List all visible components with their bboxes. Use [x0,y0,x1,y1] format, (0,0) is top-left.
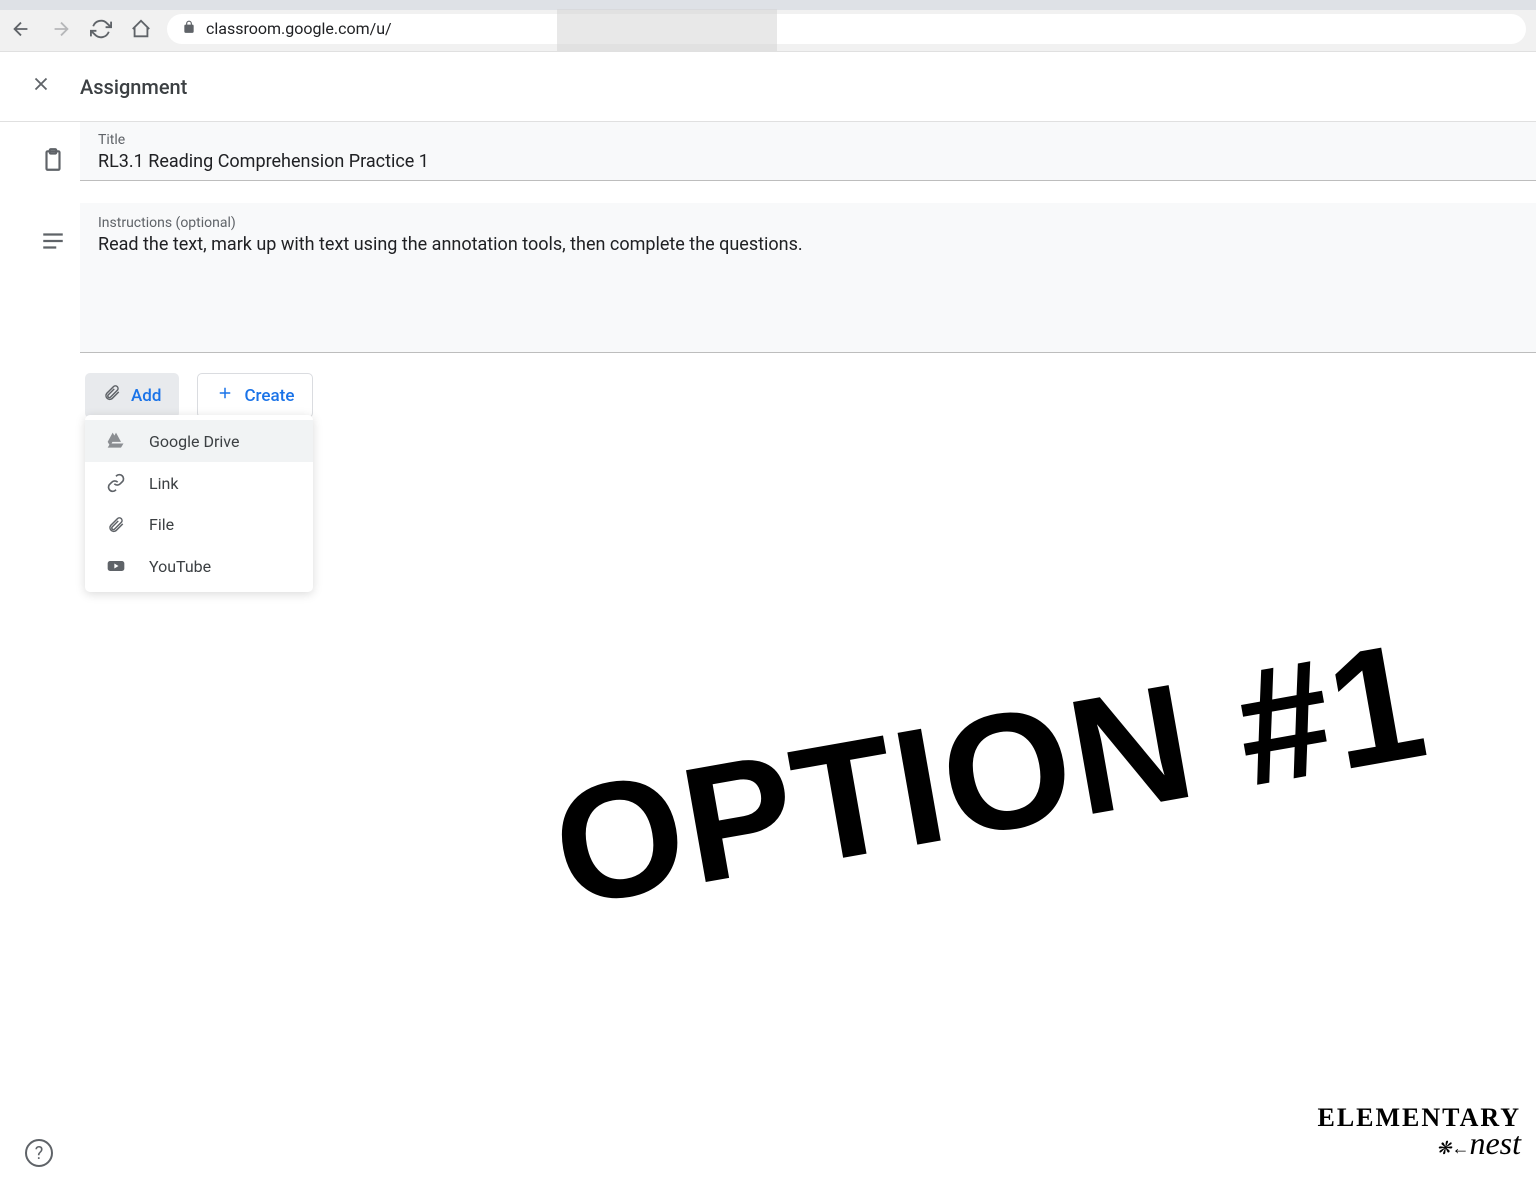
menu-label: Google Drive [149,432,239,451]
help-button[interactable]: ? [25,1139,53,1167]
clipboard-icon [25,122,80,173]
overlay-annotation: OPTION #1 [540,605,1439,944]
url-text: classroom.google.com/u/ [206,19,392,38]
add-dropdown-menu: Google Drive Link File YouTube [85,415,313,592]
url-blur-overlay [557,9,777,51]
menu-item-file[interactable]: File [85,504,313,545]
page-title: Assignment [80,75,187,99]
close-button[interactable] [30,73,52,101]
add-label: Add [131,386,161,406]
reload-button[interactable] [90,18,112,40]
instructions-label: Instructions (optional) [98,215,1518,231]
create-button[interactable]: Create [197,373,313,418]
home-button[interactable] [130,18,152,40]
menu-label: YouTube [149,557,211,576]
google-drive-icon [105,431,127,451]
attachment-icon [103,384,121,407]
browser-chrome: classroom.google.com/u/ [0,0,1536,52]
create-label: Create [244,386,294,406]
instructions-field-row: Instructions (optional) Read the text, m… [0,203,1536,353]
menu-label: File [149,515,174,534]
title-input-container[interactable]: Title RL3.1 Reading Comprehension Practi… [80,122,1536,181]
lock-icon [182,19,196,38]
youtube-icon [105,556,127,576]
nav-controls [10,18,152,40]
notes-icon [25,203,80,254]
link-icon [105,473,127,493]
help-symbol: ? [35,1143,44,1164]
watermark: ELEMENTARY ❋←nest [1317,1103,1521,1162]
address-bar[interactable]: classroom.google.com/u/ [167,14,1526,44]
instructions-value: Read the text, mark up with text using t… [98,234,1518,255]
back-button[interactable] [10,18,32,40]
title-field-row: Title RL3.1 Reading Comprehension Practi… [0,122,1536,181]
title-label: Title [98,132,1518,148]
forward-button[interactable] [50,18,72,40]
menu-item-youtube[interactable]: YouTube [85,545,313,587]
menu-label: Link [149,474,178,493]
app-header: Assignment [0,52,1536,122]
plus-icon [216,384,234,407]
menu-item-link[interactable]: Link [85,462,313,504]
menu-item-google-drive[interactable]: Google Drive [85,420,313,462]
actions-row: Add Create Google Drive Link [0,353,1536,418]
instructions-input-container[interactable]: Instructions (optional) Read the text, m… [80,203,1536,353]
file-icon [105,516,127,534]
add-button[interactable]: Add [85,373,179,418]
title-value: RL3.1 Reading Comprehension Practice 1 [98,151,1518,172]
